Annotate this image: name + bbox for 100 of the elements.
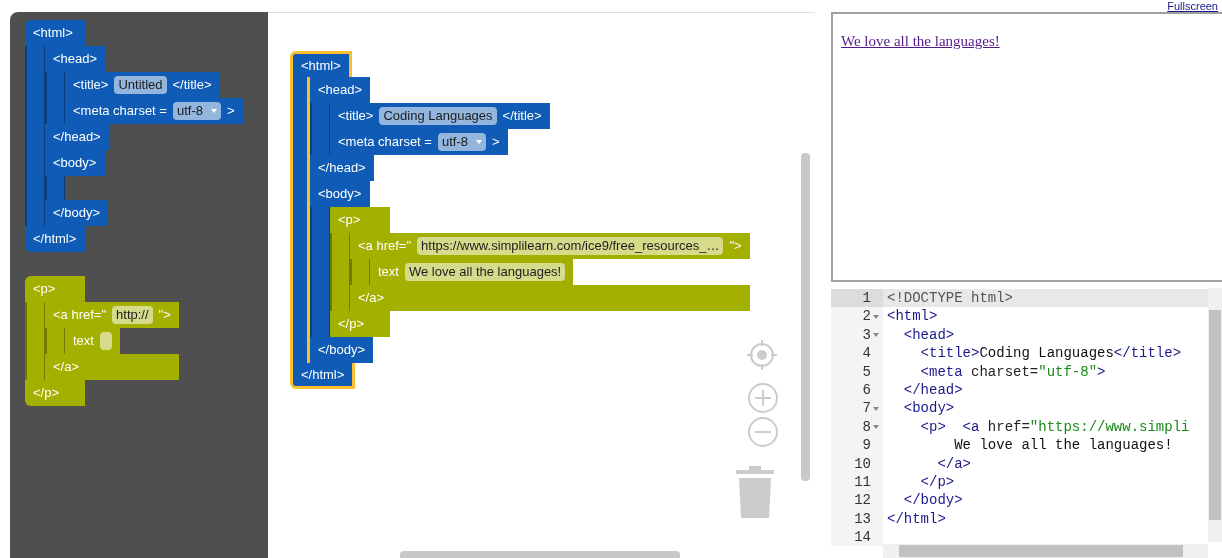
code-token: "utf-8" [1038, 362, 1098, 381]
block-label: text [378, 263, 399, 282]
block-label: </html> [301, 365, 345, 384]
caret-icon [210, 109, 217, 113]
zoom-out-icon[interactable] [747, 416, 779, 448]
block-closing-row[interactable]: </body> [45, 200, 108, 226]
block-label: <title> [338, 107, 374, 126]
block-label: </p> [338, 315, 365, 334]
fold-caret-icon[interactable] [873, 406, 879, 411]
code-block[interactable]: <title> Coding Languages </title> [330, 103, 550, 129]
preview-link[interactable]: We love all the languages! [841, 33, 1000, 49]
block-label: > [491, 133, 500, 152]
line-number: 13 [854, 509, 871, 529]
fold-caret-icon[interactable] [873, 314, 879, 319]
block-opening-row[interactable]: <body> [310, 181, 370, 207]
block-label: <body> [53, 154, 97, 173]
code-token: </p> [919, 472, 955, 492]
horizontal-scrollbar[interactable] [899, 545, 1183, 557]
code-token: Coding Languages [979, 344, 1114, 363]
block-opening-row[interactable]: <a href=" https://www.simplilearn.com/ice9/free_resources_… "> [350, 233, 750, 259]
block-opening-row[interactable]: <html> [25, 20, 85, 46]
block-opening-row[interactable]: <head> [45, 46, 106, 72]
code-editor[interactable] [831, 288, 1222, 558]
block-label: </a> [358, 289, 385, 308]
code-token: </body> [902, 491, 963, 510]
line-number: 8 [862, 417, 871, 437]
block-label: </head> [318, 159, 366, 178]
code-token: > [1097, 362, 1106, 381]
line-number: 5 [862, 362, 871, 381]
block-opening-row[interactable]: <body> [45, 150, 105, 176]
block-label: > [226, 102, 235, 121]
block-closing-row[interactable]: </head> [310, 155, 374, 181]
block-text-field[interactable]: Coding Languages [379, 107, 497, 125]
block-text-field[interactable]: Untitled [114, 76, 167, 94]
code-token: "https://www.simpli [1029, 417, 1190, 437]
block-closing-row[interactable]: </html> [25, 226, 85, 252]
code-token: <head> [902, 325, 955, 345]
block-opening-row[interactable]: <html> [290, 51, 352, 77]
line-number: 6 [862, 380, 871, 400]
code-token: <p> [919, 417, 946, 437]
block-label: text [73, 332, 94, 351]
vertical-scrollbar[interactable] [1209, 310, 1221, 520]
code-block[interactable]: text We love all the languages! [370, 259, 574, 285]
block-label: <head> [318, 81, 363, 100]
block-label: </head> [53, 128, 101, 147]
block-label: </html> [33, 230, 77, 249]
line-number: 10 [854, 454, 871, 473]
line-number: 14 [854, 528, 871, 547]
line-number: 2 [862, 307, 871, 326]
block-text-field[interactable]: We love all the languages! [404, 263, 566, 281]
block-label: <title> [73, 76, 109, 95]
block-label: <p> [338, 211, 361, 230]
block-label: </body> [53, 204, 100, 223]
block-opening-row[interactable]: <a href=" http:// "> [45, 302, 179, 328]
block-label: </a> [53, 358, 80, 377]
code-token: </html> [887, 509, 946, 529]
fullscreen-link[interactable]: Fullscreen [1167, 0, 1218, 12]
caret-icon [475, 140, 482, 144]
code-token: <meta [919, 362, 963, 381]
block-label: </p> [33, 384, 60, 403]
block-closing-row[interactable]: </html> [290, 363, 356, 389]
block-opening-row[interactable]: <head> [310, 77, 371, 103]
code-token: href= [986, 417, 1030, 437]
zoom-in-icon[interactable] [747, 382, 779, 414]
line-number: 11 [854, 472, 871, 492]
trash-icon[interactable] [734, 464, 776, 520]
block-label: </title> [502, 107, 542, 126]
code-token: </title> [1113, 344, 1182, 363]
block-text-field[interactable] [99, 332, 112, 350]
recenter-icon[interactable] [746, 339, 778, 371]
line-number: 7 [862, 399, 871, 418]
block-text-field[interactable]: https://www.simplilearn.com/ice9/free_resources_… [417, 237, 724, 255]
code-block[interactable]: <meta charset = utf-8 > [65, 98, 243, 124]
block-dropdown[interactable]: utf-8 [437, 133, 486, 151]
code-token: <html> [887, 307, 938, 326]
block-label: <body> [318, 185, 362, 204]
code-token: <body> [902, 399, 955, 418]
line-number: 12 [854, 491, 871, 510]
line-number: 3 [862, 325, 871, 345]
fold-caret-icon[interactable] [873, 332, 879, 337]
block-closing-row[interactable]: </body> [310, 337, 373, 363]
block-label: <a href=" [358, 237, 412, 256]
fold-caret-icon[interactable] [873, 424, 879, 429]
block-label: </body> [318, 341, 365, 360]
block-label: <html> [301, 56, 341, 75]
block-label: <html> [33, 24, 73, 43]
line-number: 4 [862, 344, 871, 363]
block-closing-row[interactable]: </head> [45, 124, 109, 150]
code-token: charset= [970, 362, 1039, 381]
line-number: 1 [862, 289, 871, 308]
code-block[interactable]: <title> Untitled </title> [65, 72, 220, 98]
block-label: <meta charset = [338, 133, 432, 152]
horizontal-scrollbar[interactable] [400, 551, 680, 558]
line-number: 9 [862, 436, 871, 455]
block-dropdown[interactable]: utf-8 [172, 102, 221, 120]
block-label: <head> [53, 50, 98, 69]
block-text-field[interactable]: http:// [112, 306, 153, 324]
vertical-scrollbar[interactable] [801, 153, 810, 481]
code-token: <title> [919, 344, 980, 363]
code-block[interactable]: <meta charset = utf-8 > [330, 129, 508, 155]
